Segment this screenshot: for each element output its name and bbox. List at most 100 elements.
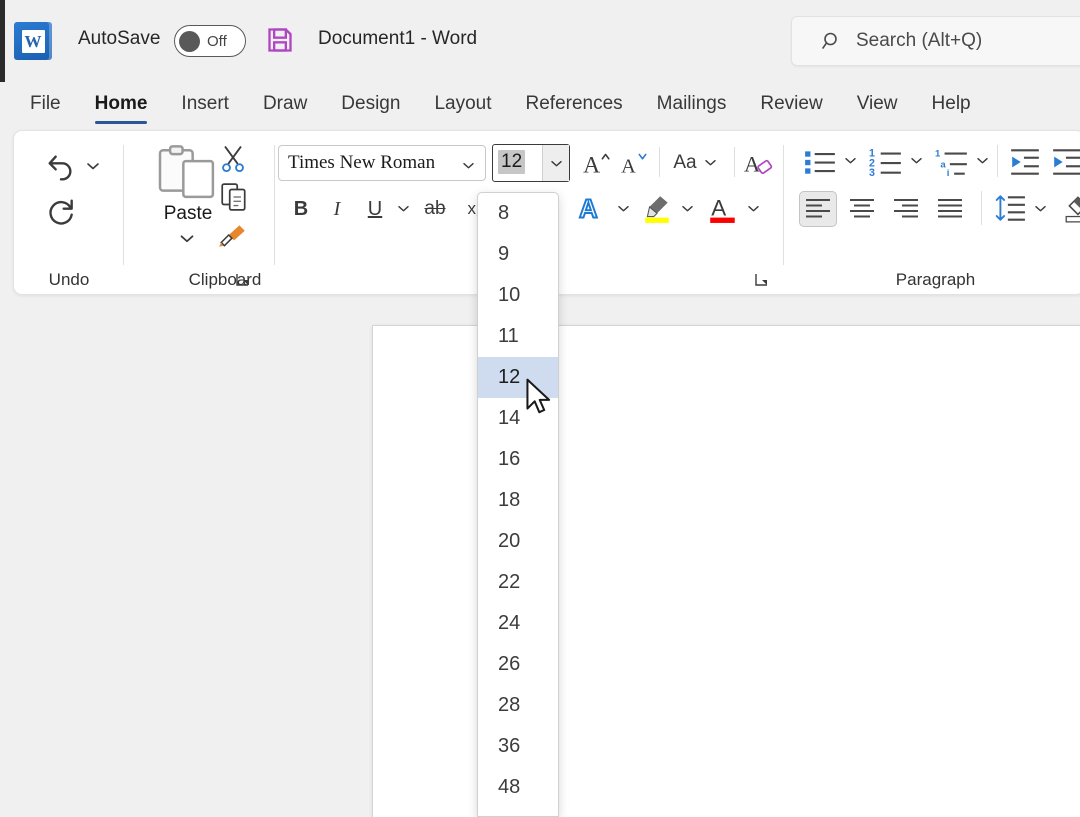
shrink-font-icon[interactable]: A bbox=[618, 147, 652, 179]
word-application-window: W AutoSave Off Document1 - Word Search (… bbox=[0, 0, 1080, 817]
text-highlight-icon[interactable] bbox=[640, 191, 674, 225]
font-size-option[interactable]: 11 bbox=[478, 316, 558, 357]
font-dialog-launcher-icon[interactable] bbox=[754, 272, 770, 288]
tab-layout[interactable]: Layout bbox=[434, 93, 491, 119]
clipboard-dialog-launcher-icon[interactable] bbox=[235, 272, 251, 288]
numbering-icon[interactable]: 1 2 3 bbox=[867, 145, 905, 179]
tab-file[interactable]: File bbox=[30, 93, 61, 119]
ribbon-group-undo: Undo bbox=[14, 131, 124, 296]
underline-button[interactable]: U bbox=[360, 193, 390, 225]
tab-view[interactable]: View bbox=[857, 93, 898, 119]
justify-icon[interactable] bbox=[931, 191, 969, 227]
numbering-chevron-down-icon[interactable] bbox=[907, 151, 925, 169]
ribbon-tab-strip: File Home Insert Draw Design Layout Refe… bbox=[0, 82, 1080, 130]
font-color-chevron-down-icon[interactable] bbox=[744, 199, 762, 217]
tab-help[interactable]: Help bbox=[932, 93, 971, 119]
bullets-chevron-down-icon[interactable] bbox=[841, 151, 859, 169]
tab-review[interactable]: Review bbox=[760, 93, 822, 119]
font-name-value: Times New Roman bbox=[288, 152, 435, 174]
underline-chevron-down-icon[interactable] bbox=[394, 199, 412, 217]
search-icon bbox=[822, 31, 842, 51]
font-size-dropdown-list[interactable]: 8 9 10 11 12 14 16 18 20 22 24 26 28 36 … bbox=[477, 192, 559, 817]
copy-icon[interactable] bbox=[219, 181, 249, 213]
font-name-combobox[interactable]: Times New Roman bbox=[278, 145, 486, 181]
font-size-option[interactable]: 26 bbox=[478, 644, 558, 685]
autosave-toggle-knob bbox=[179, 31, 200, 52]
ribbon-group-paragraph: 1 2 3 1 a i bbox=[785, 131, 1080, 296]
font-color-icon[interactable]: A bbox=[706, 191, 740, 225]
align-center-icon[interactable] bbox=[843, 191, 881, 227]
font-size-option[interactable]: 48 bbox=[478, 767, 558, 808]
svg-text:A: A bbox=[583, 153, 600, 177]
strikethrough-button[interactable]: ab bbox=[418, 193, 452, 225]
text-highlight-chevron-down-icon[interactable] bbox=[678, 199, 696, 217]
bullets-icon[interactable] bbox=[801, 145, 839, 179]
font-size-option[interactable]: 22 bbox=[478, 562, 558, 603]
italic-label: I bbox=[334, 198, 341, 221]
svg-text:A: A bbox=[621, 156, 636, 177]
font-size-option[interactable]: 10 bbox=[478, 275, 558, 316]
group-label-undo: Undo bbox=[14, 270, 124, 290]
change-case-chevron-down-icon[interactable] bbox=[704, 154, 717, 172]
text-effects-icon[interactable]: A bbox=[576, 191, 610, 225]
change-case-button[interactable]: Aa bbox=[668, 147, 722, 179]
align-left-icon[interactable] bbox=[799, 191, 837, 227]
word-logo-icon: W bbox=[14, 22, 52, 60]
paste-dropdown-chevron-down-icon[interactable] bbox=[179, 231, 197, 245]
window-edge-strip bbox=[0, 0, 5, 82]
font-size-value[interactable]: 12 bbox=[498, 150, 525, 174]
redo-button[interactable] bbox=[41, 193, 81, 231]
font-size-combobox[interactable]: 12 bbox=[492, 144, 570, 182]
italic-button[interactable]: I bbox=[322, 193, 352, 225]
tab-mailings[interactable]: Mailings bbox=[657, 93, 727, 119]
title-bar: W AutoSave Off Document1 - Word Search (… bbox=[0, 0, 1080, 82]
autosave-toggle[interactable]: Off bbox=[174, 25, 246, 57]
align-right-icon[interactable] bbox=[887, 191, 925, 227]
tab-design[interactable]: Design bbox=[341, 93, 400, 119]
ribbon-group-clipboard-tools: Clipboard bbox=[199, 131, 263, 296]
font-size-option[interactable]: 20 bbox=[478, 521, 558, 562]
text-effects-chevron-down-icon[interactable] bbox=[614, 199, 632, 217]
grow-font-icon[interactable]: A bbox=[580, 147, 614, 179]
font-size-option[interactable]: 36 bbox=[478, 726, 558, 767]
bold-button[interactable]: B bbox=[286, 193, 316, 225]
paragraph-separator bbox=[997, 145, 998, 177]
underline-label: U bbox=[368, 198, 382, 221]
tab-insert[interactable]: Insert bbox=[181, 93, 229, 119]
search-input[interactable]: Search (Alt+Q) bbox=[856, 30, 982, 52]
tab-references[interactable]: References bbox=[526, 93, 623, 119]
multilevel-list-icon[interactable]: 1 a i bbox=[933, 145, 971, 179]
font-size-chevron-down-icon[interactable] bbox=[542, 145, 569, 181]
svg-text:A: A bbox=[744, 152, 760, 177]
shading-icon[interactable] bbox=[1061, 189, 1080, 227]
font-size-option[interactable]: 18 bbox=[478, 480, 558, 521]
font-size-option[interactable]: 16 bbox=[478, 439, 558, 480]
multilevel-list-chevron-down-icon[interactable] bbox=[973, 151, 991, 169]
font-name-chevron-down-icon[interactable] bbox=[462, 157, 476, 171]
line-spacing-icon[interactable] bbox=[991, 189, 1029, 227]
clear-formatting-icon[interactable]: A bbox=[742, 147, 778, 179]
font-size-option[interactable]: 28 bbox=[478, 685, 558, 726]
font-size-option[interactable]: 14 bbox=[478, 398, 558, 439]
autosave-toggle-state: Off bbox=[207, 33, 227, 50]
undo-button[interactable] bbox=[41, 147, 81, 185]
format-painter-icon[interactable] bbox=[217, 221, 249, 249]
tab-home[interactable]: Home bbox=[95, 93, 148, 119]
increase-indent-icon[interactable] bbox=[1049, 145, 1080, 179]
bold-label: B bbox=[294, 198, 308, 221]
font-size-option[interactable]: 8 bbox=[478, 193, 558, 234]
svg-text:3: 3 bbox=[869, 167, 875, 177]
group-label-paragraph: Paragraph bbox=[785, 270, 1080, 290]
line-spacing-chevron-down-icon[interactable] bbox=[1031, 199, 1049, 217]
font-size-option[interactable]: 9 bbox=[478, 234, 558, 275]
search-box[interactable]: Search (Alt+Q) bbox=[791, 16, 1080, 66]
svg-text:a: a bbox=[940, 159, 946, 170]
font-size-option-selected[interactable]: 12 bbox=[478, 357, 558, 398]
cut-scissors-icon[interactable] bbox=[219, 143, 247, 175]
save-icon[interactable] bbox=[266, 25, 294, 55]
tab-draw[interactable]: Draw bbox=[263, 93, 307, 119]
svg-text:A: A bbox=[579, 196, 597, 224]
undo-dropdown-chevron-down-icon[interactable] bbox=[84, 157, 102, 175]
font-size-option[interactable]: 24 bbox=[478, 603, 558, 644]
decrease-indent-icon[interactable] bbox=[1007, 145, 1043, 179]
